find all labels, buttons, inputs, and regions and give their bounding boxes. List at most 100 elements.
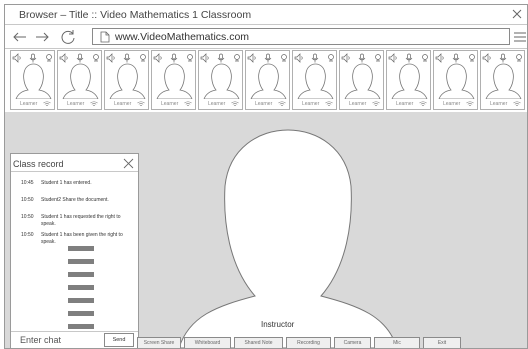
- learner-label: Learner: [490, 101, 508, 107]
- camera-icon[interactable]: [467, 53, 477, 63]
- placeholder-line: [68, 298, 94, 303]
- close-icon[interactable]: [511, 8, 523, 20]
- speaker-icon[interactable]: [12, 53, 22, 63]
- placeholder-line: [68, 246, 94, 251]
- exit-button[interactable]: Exit: [423, 337, 461, 348]
- speaker-icon[interactable]: [200, 53, 210, 63]
- wifi-icon: [137, 101, 145, 106]
- learner-label: Learner: [20, 101, 38, 107]
- speaker-icon[interactable]: [435, 53, 445, 63]
- microphone-icon[interactable]: [498, 53, 508, 63]
- learner-label: Learner: [161, 101, 179, 107]
- learner-tile[interactable]: Learner: [292, 50, 337, 110]
- browser-window: Browser – Title :: Video Mathematics 1 C…: [4, 4, 528, 349]
- shared-note-button[interactable]: Shared Note: [234, 337, 283, 348]
- microphone-icon[interactable]: [122, 53, 132, 63]
- learner-tile[interactable]: Learner: [10, 50, 55, 110]
- back-arrow-icon[interactable]: [11, 28, 29, 46]
- learner-tile[interactable]: Learner: [480, 50, 525, 110]
- log-time: 10:45: [21, 180, 34, 186]
- learner-tile[interactable]: Learner: [57, 50, 102, 110]
- speaker-icon[interactable]: [388, 53, 398, 63]
- microphone-icon[interactable]: [357, 53, 367, 63]
- reload-icon[interactable]: [59, 28, 77, 46]
- speaker-icon[interactable]: [294, 53, 304, 63]
- microphone-icon[interactable]: [169, 53, 179, 63]
- learner-tile[interactable]: Learner: [339, 50, 384, 110]
- log-time: 10:50: [21, 232, 34, 238]
- instructor-label: Instructor: [261, 320, 295, 329]
- microphone-icon[interactable]: [404, 53, 414, 63]
- learner-label: Learner: [443, 101, 461, 107]
- camera-icon[interactable]: [420, 53, 430, 63]
- class-record-title: Class record: [13, 159, 64, 169]
- learner-avatar: [203, 63, 240, 99]
- wifi-icon: [419, 101, 427, 106]
- recording-button[interactable]: Recording: [286, 337, 331, 348]
- speaker-icon[interactable]: [247, 53, 257, 63]
- microphone-icon[interactable]: [216, 53, 226, 63]
- send-button[interactable]: Send: [104, 333, 134, 347]
- learner-tile[interactable]: Learner: [245, 50, 290, 110]
- learner-label: Learner: [67, 101, 85, 107]
- menu-icon[interactable]: [513, 31, 527, 43]
- learner-avatar: [62, 63, 99, 99]
- chat-input-area: Enter chat Send: [11, 331, 138, 348]
- microphone-icon[interactable]: [310, 53, 320, 63]
- forward-arrow-icon[interactable]: [33, 28, 51, 46]
- microphone-icon[interactable]: [451, 53, 461, 63]
- divider: [11, 171, 138, 172]
- learner-tile[interactable]: Learner: [433, 50, 478, 110]
- learner-tile[interactable]: Learner: [104, 50, 149, 110]
- microphone-icon[interactable]: [75, 53, 85, 63]
- camera-icon[interactable]: [279, 53, 289, 63]
- navigation-bar: www.VideoMathematics.com: [5, 25, 527, 49]
- chat-input[interactable]: Enter chat: [20, 335, 61, 345]
- camera-icon[interactable]: [232, 53, 242, 63]
- placeholder-line: [68, 311, 94, 316]
- camera-button[interactable]: Camera: [334, 337, 371, 348]
- speaker-icon[interactable]: [482, 53, 492, 63]
- learner-label: Learner: [114, 101, 132, 107]
- wifi-icon: [278, 101, 286, 106]
- control-toolbar: Screen Share Whiteboard Shared Note Reco…: [137, 337, 527, 348]
- placeholder-line: [68, 285, 94, 290]
- wifi-icon: [43, 101, 51, 106]
- microphone-icon[interactable]: [263, 53, 273, 63]
- learner-avatar: [15, 63, 52, 99]
- screen-share-button[interactable]: Screen Share: [137, 337, 181, 348]
- learner-avatar: [109, 63, 146, 99]
- speaker-icon[interactable]: [106, 53, 116, 63]
- speaker-icon[interactable]: [153, 53, 163, 63]
- url-text: www.VideoMathematics.com: [115, 31, 250, 43]
- learner-tile[interactable]: Learner: [151, 50, 196, 110]
- learner-tile[interactable]: Learner: [198, 50, 243, 110]
- camera-icon[interactable]: [514, 53, 524, 63]
- learner-tile[interactable]: Learner: [386, 50, 431, 110]
- placeholder-line: [68, 259, 94, 264]
- speaker-icon[interactable]: [59, 53, 69, 63]
- mic-button[interactable]: Mic: [374, 337, 420, 348]
- camera-icon[interactable]: [373, 53, 383, 63]
- learner-label: Learner: [208, 101, 226, 107]
- learner-avatar: [297, 63, 334, 99]
- wifi-icon: [513, 101, 521, 106]
- close-icon[interactable]: [123, 158, 134, 169]
- instructor-avatar: [178, 129, 398, 348]
- address-bar[interactable]: www.VideoMathematics.com: [92, 28, 510, 45]
- camera-icon[interactable]: [44, 53, 54, 63]
- whiteboard-button[interactable]: Whiteboard: [184, 337, 231, 348]
- camera-icon[interactable]: [91, 53, 101, 63]
- speaker-icon[interactable]: [341, 53, 351, 63]
- learner-label: Learner: [302, 101, 320, 107]
- wifi-icon: [90, 101, 98, 106]
- camera-icon[interactable]: [138, 53, 148, 63]
- class-record-panel: Class record 10:45 Student 1 has entered…: [10, 153, 139, 348]
- microphone-icon[interactable]: [28, 53, 38, 63]
- learner-label: Learner: [349, 101, 367, 107]
- camera-icon[interactable]: [185, 53, 195, 63]
- learner-strip: Learner Learner Learner Learner Learner Learn…: [10, 50, 527, 112]
- learner-avatar: [156, 63, 193, 99]
- wifi-icon: [184, 101, 192, 106]
- camera-icon[interactable]: [326, 53, 336, 63]
